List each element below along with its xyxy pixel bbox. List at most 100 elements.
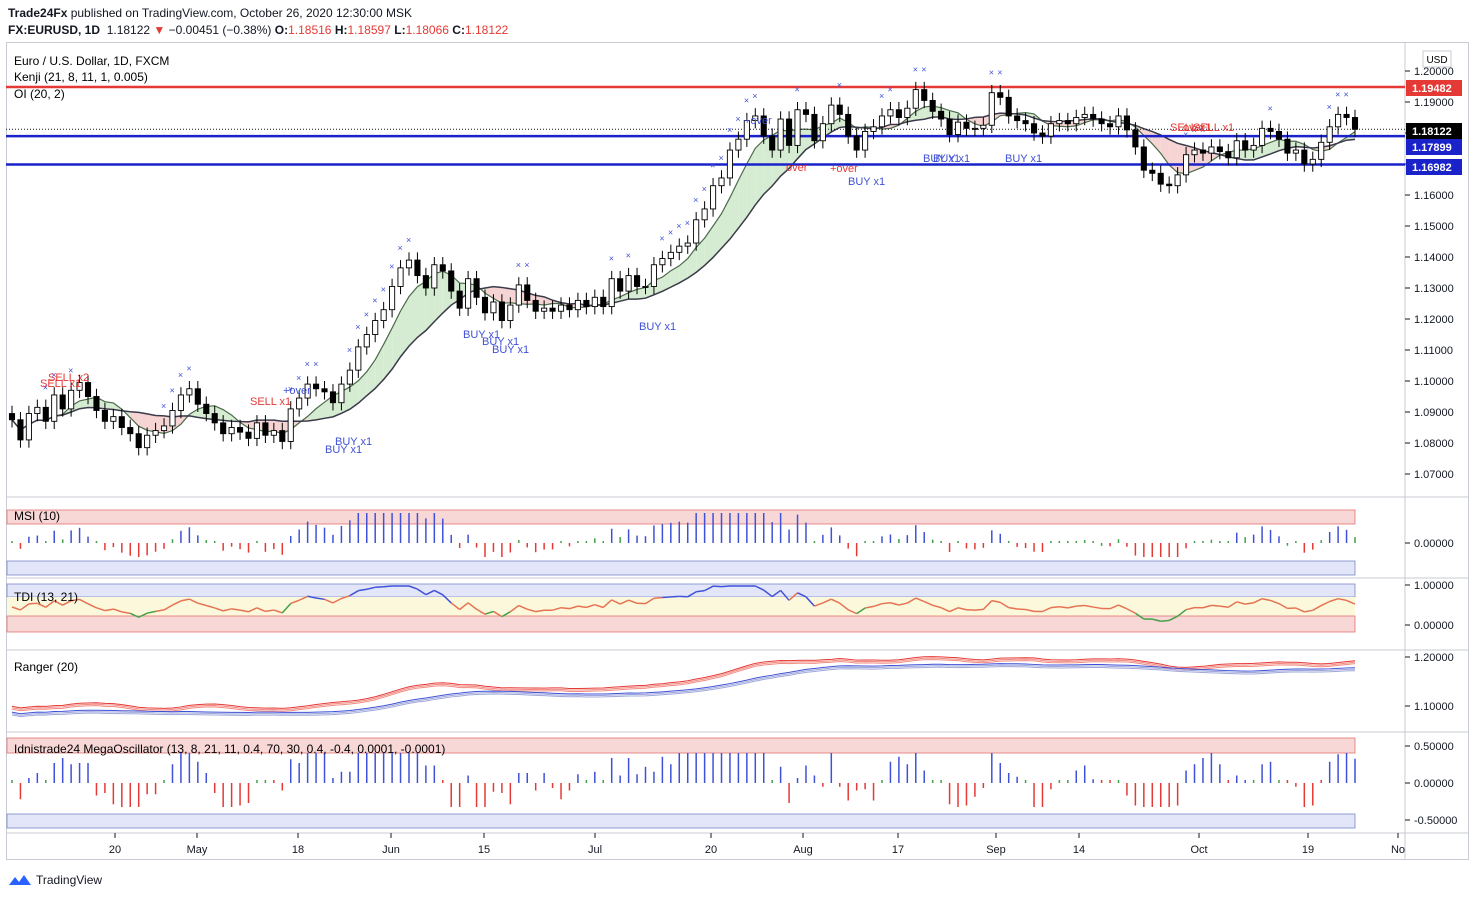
signal-x-marker: ×	[372, 296, 377, 306]
candle-body	[549, 307, 556, 312]
candle-body	[253, 422, 260, 439]
candle-body	[245, 431, 252, 439]
tradingview-brand[interactable]: TradingView	[8, 873, 102, 887]
signal-x-marker: ×	[693, 195, 698, 205]
candle-body	[845, 113, 852, 137]
candle-body	[34, 406, 41, 415]
tradingview-logo-icon	[9, 875, 31, 885]
price-axis[interactable]: 1.200001.190001.180001.170001.160001.150…	[1405, 66, 1457, 827]
brand-name: TradingView	[36, 873, 103, 887]
candle-body	[321, 388, 328, 393]
signal-x-marker: ×	[710, 161, 715, 171]
signal-x-marker: ×	[1344, 89, 1349, 99]
candle-body	[1174, 174, 1181, 187]
candle-body	[617, 278, 624, 292]
candle-body	[194, 388, 201, 405]
candle-body	[25, 413, 32, 441]
tdi-segment	[662, 596, 671, 599]
y-tick-label: 0.00000	[1414, 538, 1454, 550]
signal-label: BUY x1	[848, 176, 885, 188]
signal-x-marker: ×	[1327, 102, 1332, 112]
candle-body	[904, 107, 911, 118]
candle-body	[895, 109, 902, 118]
candle-body	[465, 278, 472, 309]
candle-body	[667, 251, 674, 260]
candle-body	[473, 278, 480, 298]
candle-body	[1199, 149, 1207, 154]
candle-body	[152, 430, 159, 436]
candle-body	[431, 264, 438, 289]
candle-body	[938, 110, 945, 120]
candle-body	[515, 284, 522, 306]
signal-label: SELL x1	[40, 378, 81, 390]
candle-body	[819, 123, 826, 142]
candle-body	[405, 259, 413, 269]
x-tick-label: 20	[705, 844, 717, 856]
signal-x-marker: ×	[178, 370, 183, 380]
signal-x-marker: ×	[744, 96, 749, 106]
candle-body	[1343, 113, 1350, 118]
signal-x-marker: ×	[347, 345, 352, 355]
y-tick-label: 1.10000	[1414, 376, 1454, 388]
candle-body	[498, 301, 505, 322]
candle-body	[228, 427, 235, 435]
signal-x-marker: ×	[609, 254, 614, 264]
candle-body	[1267, 127, 1274, 132]
candle-body	[1335, 113, 1342, 128]
y-tick-label: 0.50000	[1414, 741, 1454, 753]
candle-body	[786, 118, 793, 146]
cloud-segment	[223, 409, 232, 422]
candle-body	[1090, 113, 1097, 120]
candle-body	[811, 113, 818, 142]
signal-label: BUY x1	[1005, 153, 1042, 165]
x-tick-label: No	[1391, 844, 1405, 856]
signal-x-marker: ×	[837, 80, 842, 90]
signal-label: SELL x1	[250, 396, 291, 408]
tdi-segment	[383, 585, 393, 588]
chart-canvas[interactable]: ×× ×××××××× ×××××××××× ×× ×××× ×××××××× ×× ××××…	[0, 0, 1475, 898]
candle-body	[1259, 127, 1266, 146]
candle-body	[971, 127, 978, 130]
candle-body	[541, 307, 548, 312]
signal-label: over	[786, 162, 808, 174]
candle-body	[1107, 123, 1114, 128]
candle-body	[211, 413, 218, 424]
candle-body	[127, 427, 134, 435]
x-tick-label: 17	[892, 844, 904, 856]
candle-body	[8, 413, 16, 421]
x-tick-label: 15	[478, 844, 490, 856]
legend-kenji: Kenji (21, 8, 11, 1, 0.005)	[14, 70, 148, 84]
price-tag-label: 1.18122	[1412, 126, 1452, 138]
candle-body	[1022, 120, 1029, 125]
signal-x-marker: ×	[887, 85, 892, 95]
candle-body	[912, 89, 919, 109]
candle-body	[524, 284, 531, 301]
candle-body	[160, 425, 168, 432]
legend-title: Euro / U.S. Dollar, 1D, FXCM	[14, 54, 169, 68]
y-tick-label: 1.09000	[1414, 407, 1454, 419]
time-axis[interactable]: 20 May 18 Jun 15 Jul 20 Aug 17 Sep 14 Oct 19 No	[109, 833, 1405, 856]
candle-body	[1208, 146, 1215, 154]
candle-body	[1284, 138, 1291, 154]
candle-body	[42, 406, 49, 422]
signal-x-marker: ×	[161, 401, 166, 411]
tdi-segment	[721, 585, 731, 588]
tdi-segment	[375, 586, 384, 589]
candle-body	[144, 434, 151, 449]
candle-body	[329, 391, 337, 404]
candle-body	[59, 394, 66, 410]
y-tick-label: 1.19000	[1414, 97, 1454, 109]
candle-body	[355, 346, 362, 371]
tdi-segment	[560, 606, 570, 610]
candle-body	[1132, 129, 1139, 148]
candle-body	[1318, 141, 1325, 160]
candle-body	[853, 135, 860, 151]
signal-label: +over	[830, 163, 858, 175]
candle-body	[296, 397, 303, 410]
cloud-segment	[417, 281, 426, 338]
candle-body	[574, 299, 581, 311]
candle-body	[490, 301, 497, 314]
y-tick-label: 1.14000	[1414, 252, 1454, 264]
signal-x-marker: ×	[398, 243, 403, 253]
candle-body	[633, 275, 641, 287]
